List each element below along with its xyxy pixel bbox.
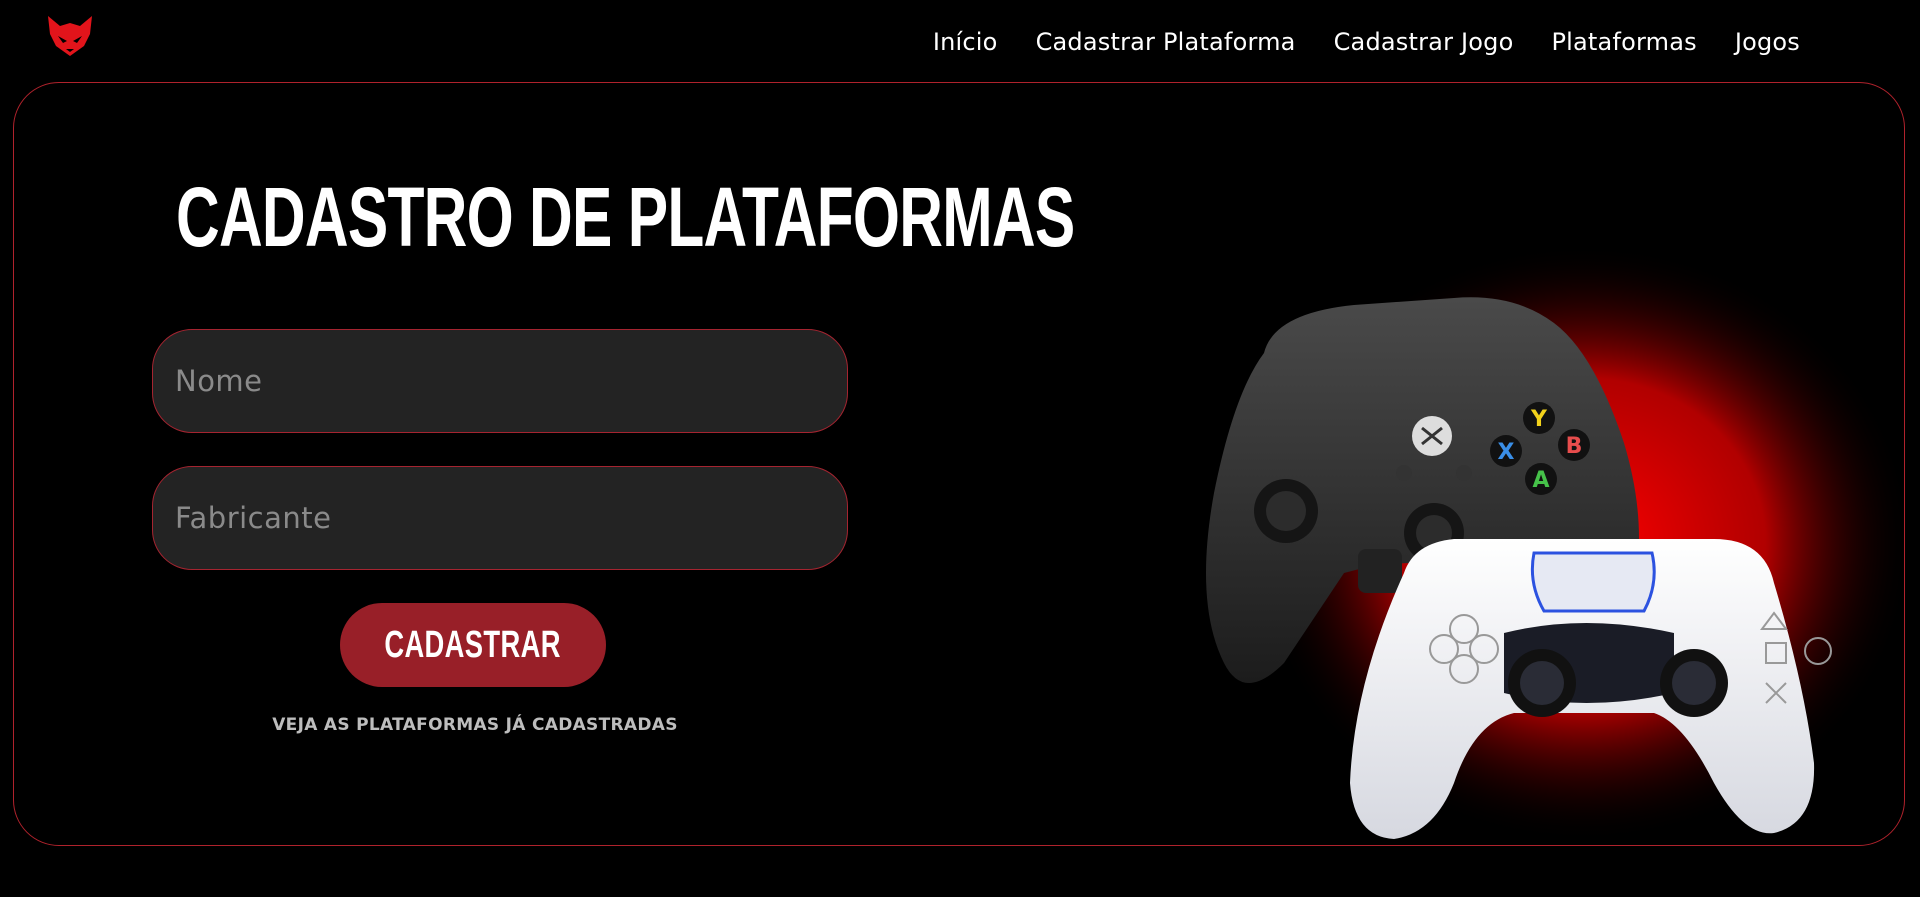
- nav-link-plataformas[interactable]: Plataformas: [1551, 28, 1696, 56]
- manufacturer-input[interactable]: [173, 466, 847, 570]
- view-platforms-link[interactable]: VEJA AS PLATAFORMAS JÁ CADASTRADAS: [14, 715, 936, 735]
- nav-link-cadastrar-jogo[interactable]: Cadastrar Jogo: [1334, 28, 1514, 56]
- register-button-label: CADASTRAR: [384, 623, 562, 666]
- nav-link-cadastrar-plataforma[interactable]: Cadastrar Plataforma: [1036, 28, 1296, 56]
- controllers-illustration: Y B X A: [1206, 243, 1904, 843]
- name-input[interactable]: [173, 329, 847, 433]
- xbox-button-y: Y: [1530, 407, 1548, 432]
- manufacturer-field-container: [152, 466, 848, 570]
- main-nav: Início Cadastrar Plataforma Cadastrar Jo…: [933, 28, 1800, 56]
- name-field-container: [152, 329, 848, 433]
- nav-link-inicio[interactable]: Início: [933, 28, 998, 56]
- xbox-button-a: A: [1532, 468, 1549, 493]
- top-navigation-bar: Início Cadastrar Plataforma Cadastrar Jo…: [0, 0, 1920, 82]
- nav-link-jogos[interactable]: Jogos: [1735, 28, 1800, 56]
- xbox-button-b: B: [1566, 434, 1583, 459]
- register-panel: CADASTRO DE PLATAFORMAS CADASTRAR VEJA A…: [13, 82, 1905, 846]
- register-button[interactable]: CADASTRAR: [340, 603, 606, 687]
- xbox-button-x: X: [1498, 440, 1515, 465]
- fox-head-logo-icon[interactable]: [44, 12, 96, 58]
- page-title: CADASTRO DE PLATAFORMAS: [176, 170, 1075, 264]
